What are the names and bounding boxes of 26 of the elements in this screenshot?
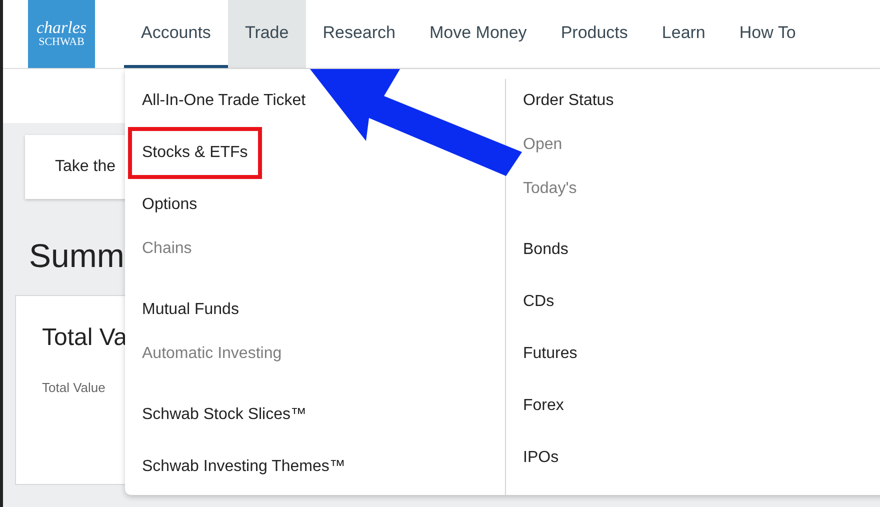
nav-tab[interactable]: How To [722,0,813,68]
nav-tab[interactable]: Trade [228,0,306,68]
card-title: Total Va [42,324,127,352]
nav-tab[interactable]: Learn [644,0,722,68]
menu-item[interactable]: Bonds [523,228,568,272]
menu-item[interactable]: Forex [523,384,564,428]
menu-item[interactable]: Open [523,123,562,167]
menu-item[interactable]: CDs [523,280,554,324]
menu-item[interactable]: IPOs [523,436,559,480]
menu-item[interactable]: Chains [142,227,192,271]
menu-item[interactable]: Today's [523,167,577,211]
menu-item[interactable]: Options [142,183,198,227]
card-label: Total Value [42,380,106,395]
menu-item[interactable]: Order Status [523,79,614,123]
menu-item[interactable]: Stocks & ETFs [128,127,262,179]
nav-tab[interactable]: Research [306,0,412,68]
menu-item[interactable]: Schwab Stock Slices™ [142,393,307,437]
banner-text: Take the [55,158,116,176]
menu-item[interactable]: Futures [523,332,578,376]
nav-tab[interactable]: Move Money [412,0,544,68]
nav-tab[interactable]: Products [544,0,645,68]
menu-item[interactable]: Automatic Investing [142,332,282,376]
menu-item[interactable]: Mutual Funds [142,288,239,332]
menu-item[interactable]: Schwab Investing Themes™ [142,445,346,489]
menu-item[interactable]: All-In-One Trade Ticket [142,79,306,123]
page-heading: Summ [29,237,124,275]
